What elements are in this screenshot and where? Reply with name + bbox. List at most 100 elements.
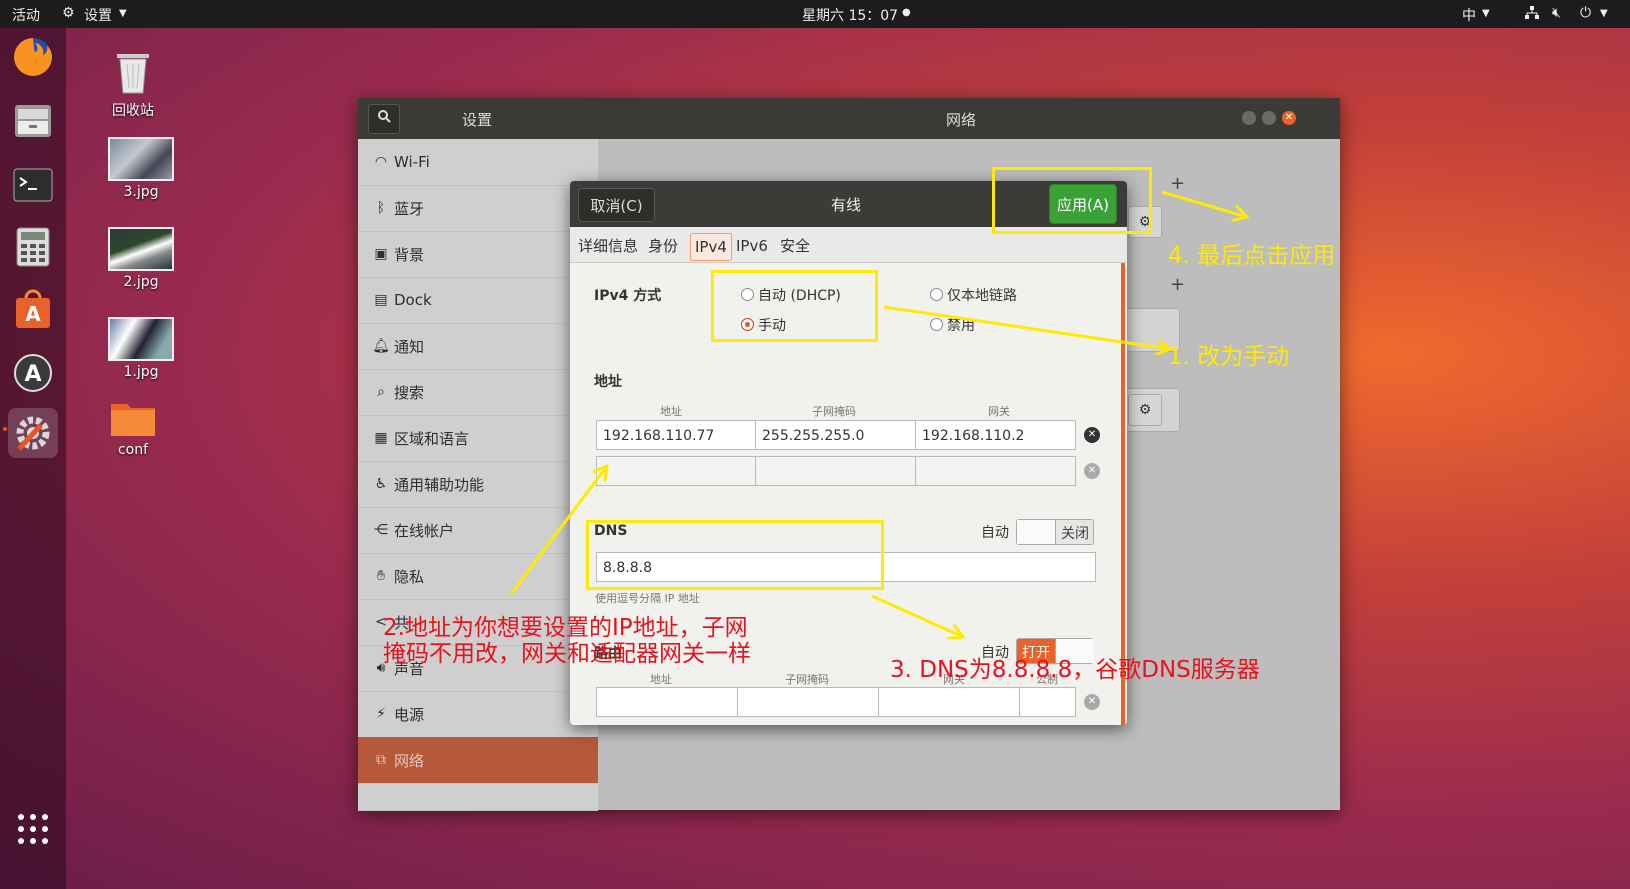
sidebar-item-label: 网络 — [394, 751, 425, 770]
tab-identity[interactable]: 身份 — [644, 233, 682, 259]
tab-security[interactable]: 安全 — [776, 233, 814, 259]
route-col-netmask: 子网掩码 — [785, 673, 829, 686]
sidebar-item-label: 区域和语言 — [394, 429, 470, 448]
image-thumbnail — [108, 137, 174, 181]
route-netmask-input[interactable] — [737, 687, 879, 717]
power-icon[interactable]: ⏻ — [1580, 5, 1591, 21]
trash-desktop-item[interactable]: 回收站 — [88, 46, 178, 120]
system-menu-chevron-down-icon[interactable]: ▼ — [1600, 8, 1608, 19]
dns-auto-switch[interactable]: 关闭 — [1016, 519, 1094, 545]
gateway-input[interactable]: 192.168.110.2 — [915, 420, 1076, 450]
panel-title: 网络 — [946, 111, 977, 129]
sidebar-item-dock[interactable]: ▤ Dock — [358, 277, 598, 324]
network-icon: ⧉ — [376, 752, 386, 768]
cancel-button[interactable]: 取消(C) — [578, 188, 655, 222]
file-2jpg[interactable]: 2.jpg — [96, 227, 186, 290]
highlight-method-box — [711, 270, 878, 342]
proxy-gear-icon[interactable]: ⚙ — [1128, 394, 1162, 426]
radio-link-local[interactable] — [930, 288, 943, 301]
dns-switch-text: 关闭 — [1061, 526, 1089, 542]
remove-address-empty-icon[interactable]: ✕ — [1084, 463, 1100, 479]
annotation-step-1: 1. 改为手动 — [1168, 344, 1290, 370]
sidebar-item-label: 通知 — [394, 337, 425, 356]
highlight-dns-box — [586, 520, 884, 590]
sidebar-item-background[interactable]: ▣ 背景 — [358, 231, 598, 278]
col-netmask: 子网掩码 — [812, 405, 856, 418]
sidebar-item-network[interactable]: ⧉ 网络 — [358, 737, 598, 784]
accessibility-icon: ♿︎ — [374, 476, 388, 492]
sidebar-item-wifi[interactable]: ◠ Wi-Fi — [358, 139, 598, 186]
input-method-indicator[interactable]: 中 — [1462, 5, 1476, 25]
route-gateway-input[interactable] — [878, 687, 1020, 717]
switch-knob — [1017, 520, 1056, 544]
minimize-button[interactable] — [1242, 111, 1256, 125]
region-icon: ▦ — [374, 430, 388, 446]
route-address-input[interactable] — [596, 687, 738, 717]
address-input-empty[interactable] — [596, 456, 756, 486]
activities-button[interactable]: 活动 — [12, 5, 40, 25]
sidebar-item-online-accounts[interactable]: ⋲ 在线帐户 — [358, 507, 598, 554]
folder-icon — [111, 404, 155, 436]
software-updater-icon[interactable]: A — [8, 348, 58, 398]
search-button[interactable] — [368, 104, 400, 134]
calculator-icon[interactable] — [8, 222, 58, 272]
clock[interactable]: 星期六 15：07 — [802, 5, 898, 25]
sidebar-item-power[interactable]: ⚡︎ 电源 — [358, 691, 598, 738]
tab-ipv6[interactable]: IPv6 — [732, 233, 772, 259]
software-center-icon[interactable]: A — [8, 284, 58, 334]
gateway-input-empty[interactable] — [915, 456, 1076, 486]
sidebar-item-region[interactable]: ▦ 区域和语言 — [358, 415, 598, 462]
radio-disabled-label: 禁用 — [947, 318, 975, 334]
dialog-title: 有线 — [831, 196, 862, 214]
show-applications-icon[interactable] — [8, 804, 58, 854]
search-icon: ⌕ — [377, 384, 385, 400]
file-3jpg[interactable]: 3.jpg — [96, 137, 186, 200]
sidebar-item-accessibility[interactable]: ♿︎ 通用辅助功能 — [358, 461, 598, 508]
tab-ipv4[interactable]: IPv4 — [690, 233, 732, 261]
network-status-icon[interactable] — [1524, 5, 1540, 25]
close-icon[interactable]: ✕ — [1282, 111, 1296, 125]
sidebar-item-devices-partial[interactable] — [358, 783, 598, 811]
background-icon: ▣ — [374, 246, 388, 262]
settings-header: 设置 网络 ✕ — [358, 98, 1340, 139]
volume-muted-icon[interactable]: 🔇︎ — [1552, 5, 1561, 21]
settings-app-icon[interactable]: ⚙ — [62, 5, 75, 21]
sidebar-item-label: 通用辅助功能 — [394, 475, 485, 494]
radio-link-local-label: 仅本地链路 — [947, 288, 1017, 304]
sidebar-item-search[interactable]: ⌕ 搜索 — [358, 369, 598, 416]
input-method-chevron-down-icon[interactable]: ▼ — [1482, 8, 1490, 19]
app-menu-chevron-down-icon[interactable]: ▼ — [119, 8, 127, 19]
sidebar-item-label: 电源 — [394, 705, 425, 724]
address-input[interactable]: 192.168.110.77 — [596, 420, 756, 450]
firefox-icon[interactable] — [8, 32, 58, 82]
annotation-step-2-line2: 掩码不用改，网关和适配器网关一样 — [383, 641, 751, 667]
sidebar-item-bluetooth[interactable]: ᛒ 蓝牙 — [358, 185, 598, 232]
folder-conf[interactable]: conf — [88, 398, 178, 458]
netmask-input[interactable]: 255.255.255.0 — [755, 420, 916, 450]
add-connection-icon[interactable]: + — [1170, 173, 1185, 194]
app-menu[interactable]: 设置 — [84, 5, 112, 25]
col-address: 地址 — [660, 405, 682, 418]
terminal-icon[interactable] — [8, 160, 58, 210]
sidebar-item-notifications[interactable]: 🔔︎ 通知 — [358, 323, 598, 370]
dns-auto-label: 自动 — [981, 525, 1009, 541]
maximize-button[interactable] — [1262, 111, 1276, 125]
radio-disabled[interactable] — [930, 318, 943, 331]
online-accounts-icon: ⋲ — [374, 522, 388, 538]
bell-icon: 🔔︎ — [372, 338, 390, 354]
remove-route-icon[interactable]: ✕ — [1084, 694, 1100, 710]
sidebar-item-privacy[interactable]: ✋︎ 隐私 — [358, 553, 598, 600]
add-vpn-icon[interactable]: + — [1170, 274, 1185, 295]
sidebar-item-label: 隐私 — [394, 567, 425, 586]
file-1jpg[interactable]: 1.jpg — [96, 317, 186, 380]
bluetooth-icon: ᛒ — [376, 200, 386, 216]
sidebar-item-label: 搜索 — [394, 383, 425, 402]
files-icon[interactable] — [8, 96, 58, 146]
netmask-input-empty[interactable] — [755, 456, 916, 486]
tab-details[interactable]: 详细信息 — [574, 233, 642, 259]
remove-address-icon[interactable]: ✕ — [1084, 427, 1100, 443]
col-gateway: 网关 — [988, 405, 1010, 418]
route-metric-input[interactable] — [1019, 687, 1076, 717]
settings-dock-icon[interactable] — [8, 408, 58, 458]
trash-label: 回收站 — [112, 103, 154, 119]
